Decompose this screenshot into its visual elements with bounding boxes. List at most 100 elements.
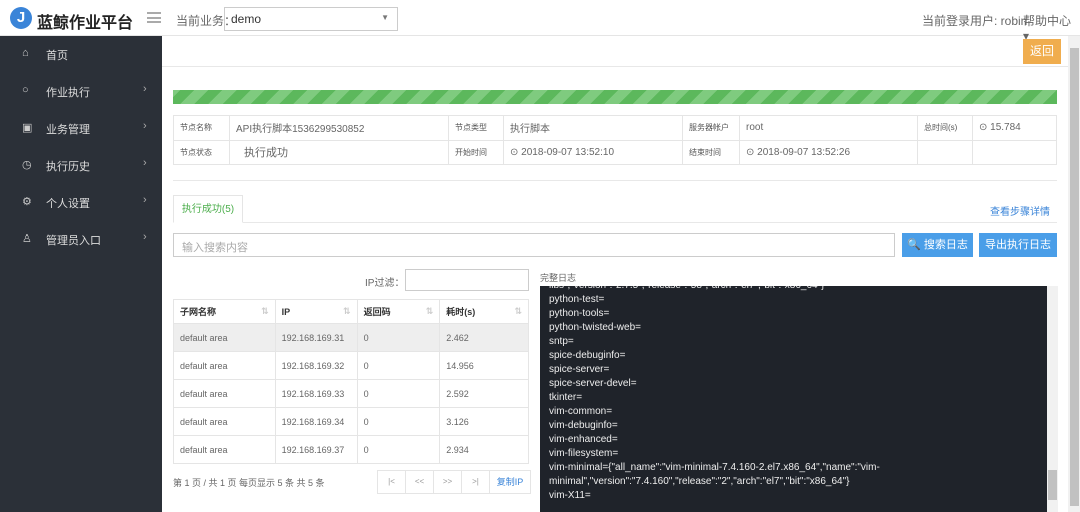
- search-log-button[interactable]: 🔍 搜索日志: [902, 233, 973, 257]
- table-row[interactable]: default area 192.168.169.32 0 14.956: [173, 351, 529, 380]
- table-cell: default area: [173, 407, 276, 436]
- total-time-value: ⊙ 15.784: [972, 115, 1057, 141]
- caret-down-icon: ▼: [381, 13, 389, 22]
- node-type-label: 节点类型: [448, 115, 504, 141]
- node-name-label: 节点名称: [173, 115, 230, 141]
- sidebar: ⌂ 首页 ○ 作业执行 › ▣ 业务管理 › ◷ 执行历史 › ⚙ 个人设置 › ♙ 管理员入口 ›: [0, 36, 162, 512]
- sidebar-item-2[interactable]: ▣ 业务管理 ›: [0, 110, 162, 146]
- nav-icon: ♙: [22, 233, 32, 245]
- table-cell: 2.934: [439, 435, 529, 464]
- node-name-value: API执行脚本1536299530852: [229, 115, 449, 141]
- log-line: spice-server-devel=: [549, 378, 637, 389]
- node-type-value: 执行脚本: [503, 115, 683, 141]
- sidebar-item-label: 执行历史: [46, 161, 90, 173]
- ip-filter-label: IP过滤：: [365, 278, 405, 289]
- pager-button[interactable]: |<: [378, 471, 406, 493]
- table-cell: default area: [173, 435, 276, 464]
- nav-icon: ◷: [22, 159, 32, 171]
- pager-button[interactable]: >|: [462, 471, 490, 493]
- pager-button[interactable]: <<: [406, 471, 434, 493]
- column-header[interactable]: 子网名称 ⇅: [173, 299, 276, 324]
- table-cell: 2.462: [439, 323, 529, 352]
- log-scrollbar-thumb[interactable]: [1048, 470, 1057, 500]
- chevron-right-icon: ›: [143, 231, 147, 243]
- start-time-label: 开始时间: [448, 139, 504, 165]
- table-cell: 0: [356, 435, 441, 464]
- table-row[interactable]: default area 192.168.169.31 0 2.462: [173, 323, 529, 352]
- menu-toggle-icon[interactable]: [147, 12, 161, 23]
- log-search-input[interactable]: 输入搜索内容: [173, 233, 895, 257]
- empty-cell: [972, 139, 1057, 165]
- chevron-right-icon: ›: [143, 194, 147, 206]
- log-line: sntp=: [549, 336, 574, 347]
- log-line: python-test=: [549, 294, 605, 305]
- log-line: vim-debuginfo=: [549, 420, 618, 431]
- column-header-label: 返回码: [363, 307, 391, 317]
- table-cell: default area: [173, 351, 276, 380]
- table-cell: 0: [356, 379, 441, 408]
- chevron-right-icon: ›: [143, 83, 147, 95]
- sidebar-item-label: 业务管理: [46, 124, 90, 136]
- business-select[interactable]: demo ▼: [224, 7, 398, 31]
- table-cell: default area: [173, 323, 276, 352]
- log-line: vim-filesystem=: [549, 448, 619, 459]
- tab-baseline: [173, 222, 1057, 223]
- log-line: tkinter=: [549, 392, 583, 403]
- table-cell: 192.168.169.32: [274, 351, 358, 380]
- node-status-label: 节点状态: [173, 139, 230, 165]
- sidebar-item-4[interactable]: ⚙ 个人设置 ›: [0, 184, 162, 220]
- sidebar-item-1[interactable]: ○ 作业执行 ›: [0, 73, 162, 109]
- nav-icon: ⚙: [22, 196, 32, 208]
- sidebar-item-0[interactable]: ⌂ 首页: [0, 36, 162, 72]
- divider: [162, 66, 1068, 67]
- sort-icon[interactable]: ⇅: [261, 306, 269, 317]
- column-header[interactable]: 返回码 ⇅: [356, 299, 441, 324]
- account-value: root: [739, 115, 918, 141]
- account-label: 服务器帐户: [682, 115, 740, 141]
- nav-icon: ○: [22, 84, 29, 96]
- log-line: spice-server=: [549, 364, 610, 375]
- log-line: python-tools=: [549, 308, 610, 319]
- table-cell: 192.168.169.34: [274, 407, 358, 436]
- sort-icon[interactable]: ⇅: [426, 306, 434, 317]
- tab-success[interactable]: 执行成功(5): [173, 195, 243, 223]
- back-button[interactable]: 返回: [1023, 39, 1061, 64]
- table-cell: 14.956: [439, 351, 529, 380]
- pager-button[interactable]: >>: [434, 471, 462, 493]
- table-row[interactable]: default area 192.168.169.33 0 2.592: [173, 379, 529, 408]
- table-cell: 2.592: [439, 379, 529, 408]
- divider: [173, 180, 1057, 181]
- start-time-value: ⊙ 2018-09-07 13:52:10: [503, 139, 683, 165]
- table-cell: default area: [173, 379, 276, 408]
- pagination-info: 第 1 页 / 共 1 页 每页显示 5 条 共 5 条: [173, 478, 325, 488]
- business-value: demo: [231, 12, 262, 26]
- page-scrollbar-thumb[interactable]: [1070, 48, 1079, 506]
- top-header: J 蓝鲸作业平台 当前业务： demo ▼ 当前登录用户: robin 帮助中心 …: [0, 0, 1080, 43]
- column-header[interactable]: IP ⇅: [274, 299, 358, 324]
- logo-icon: J: [10, 7, 32, 29]
- log-line: vim-minimal={"all_name":"vim-minimal-7.4…: [549, 462, 880, 487]
- table-row[interactable]: default area 192.168.169.37 0 2.934: [173, 435, 529, 464]
- chevron-right-icon: ›: [143, 157, 147, 169]
- sidebar-item-5[interactable]: ♙ 管理员入口 ›: [0, 221, 162, 257]
- chevron-right-icon: ›: [143, 120, 147, 132]
- log-line: vim-enhanced=: [549, 434, 618, 445]
- sort-icon[interactable]: ⇅: [514, 306, 522, 317]
- sidebar-item-label: 首页: [46, 50, 68, 62]
- node-info-table: 节点名称 API执行脚本1536299530852 节点类型 执行脚本 服务器帐…: [173, 115, 1057, 165]
- sidebar-item-3[interactable]: ◷ 执行历史 ›: [0, 147, 162, 183]
- log-output: libs","version":"2.7.5","release":"58","…: [540, 286, 1047, 512]
- table-cell: 3.126: [439, 407, 529, 436]
- table-row[interactable]: default area 192.168.169.34 0 3.126: [173, 407, 529, 436]
- table-cell: 0: [356, 351, 441, 380]
- table-cell: 192.168.169.37: [274, 435, 358, 464]
- view-step-details-link[interactable]: 查看步骤详情: [990, 203, 1050, 218]
- ip-filter-input[interactable]: [405, 269, 529, 291]
- export-log-button[interactable]: 导出执行日志: [979, 233, 1057, 257]
- end-time-value: ⊙ 2018-09-07 13:52:26: [739, 139, 918, 165]
- copy-ip-button[interactable]: 复制IP: [490, 471, 530, 493]
- sort-icon[interactable]: ⇅: [343, 306, 351, 317]
- log-line: vim-X11=: [549, 490, 591, 501]
- column-header[interactable]: 耗时(s) ⇅: [439, 299, 529, 324]
- nav-icon: ⌂: [22, 47, 29, 59]
